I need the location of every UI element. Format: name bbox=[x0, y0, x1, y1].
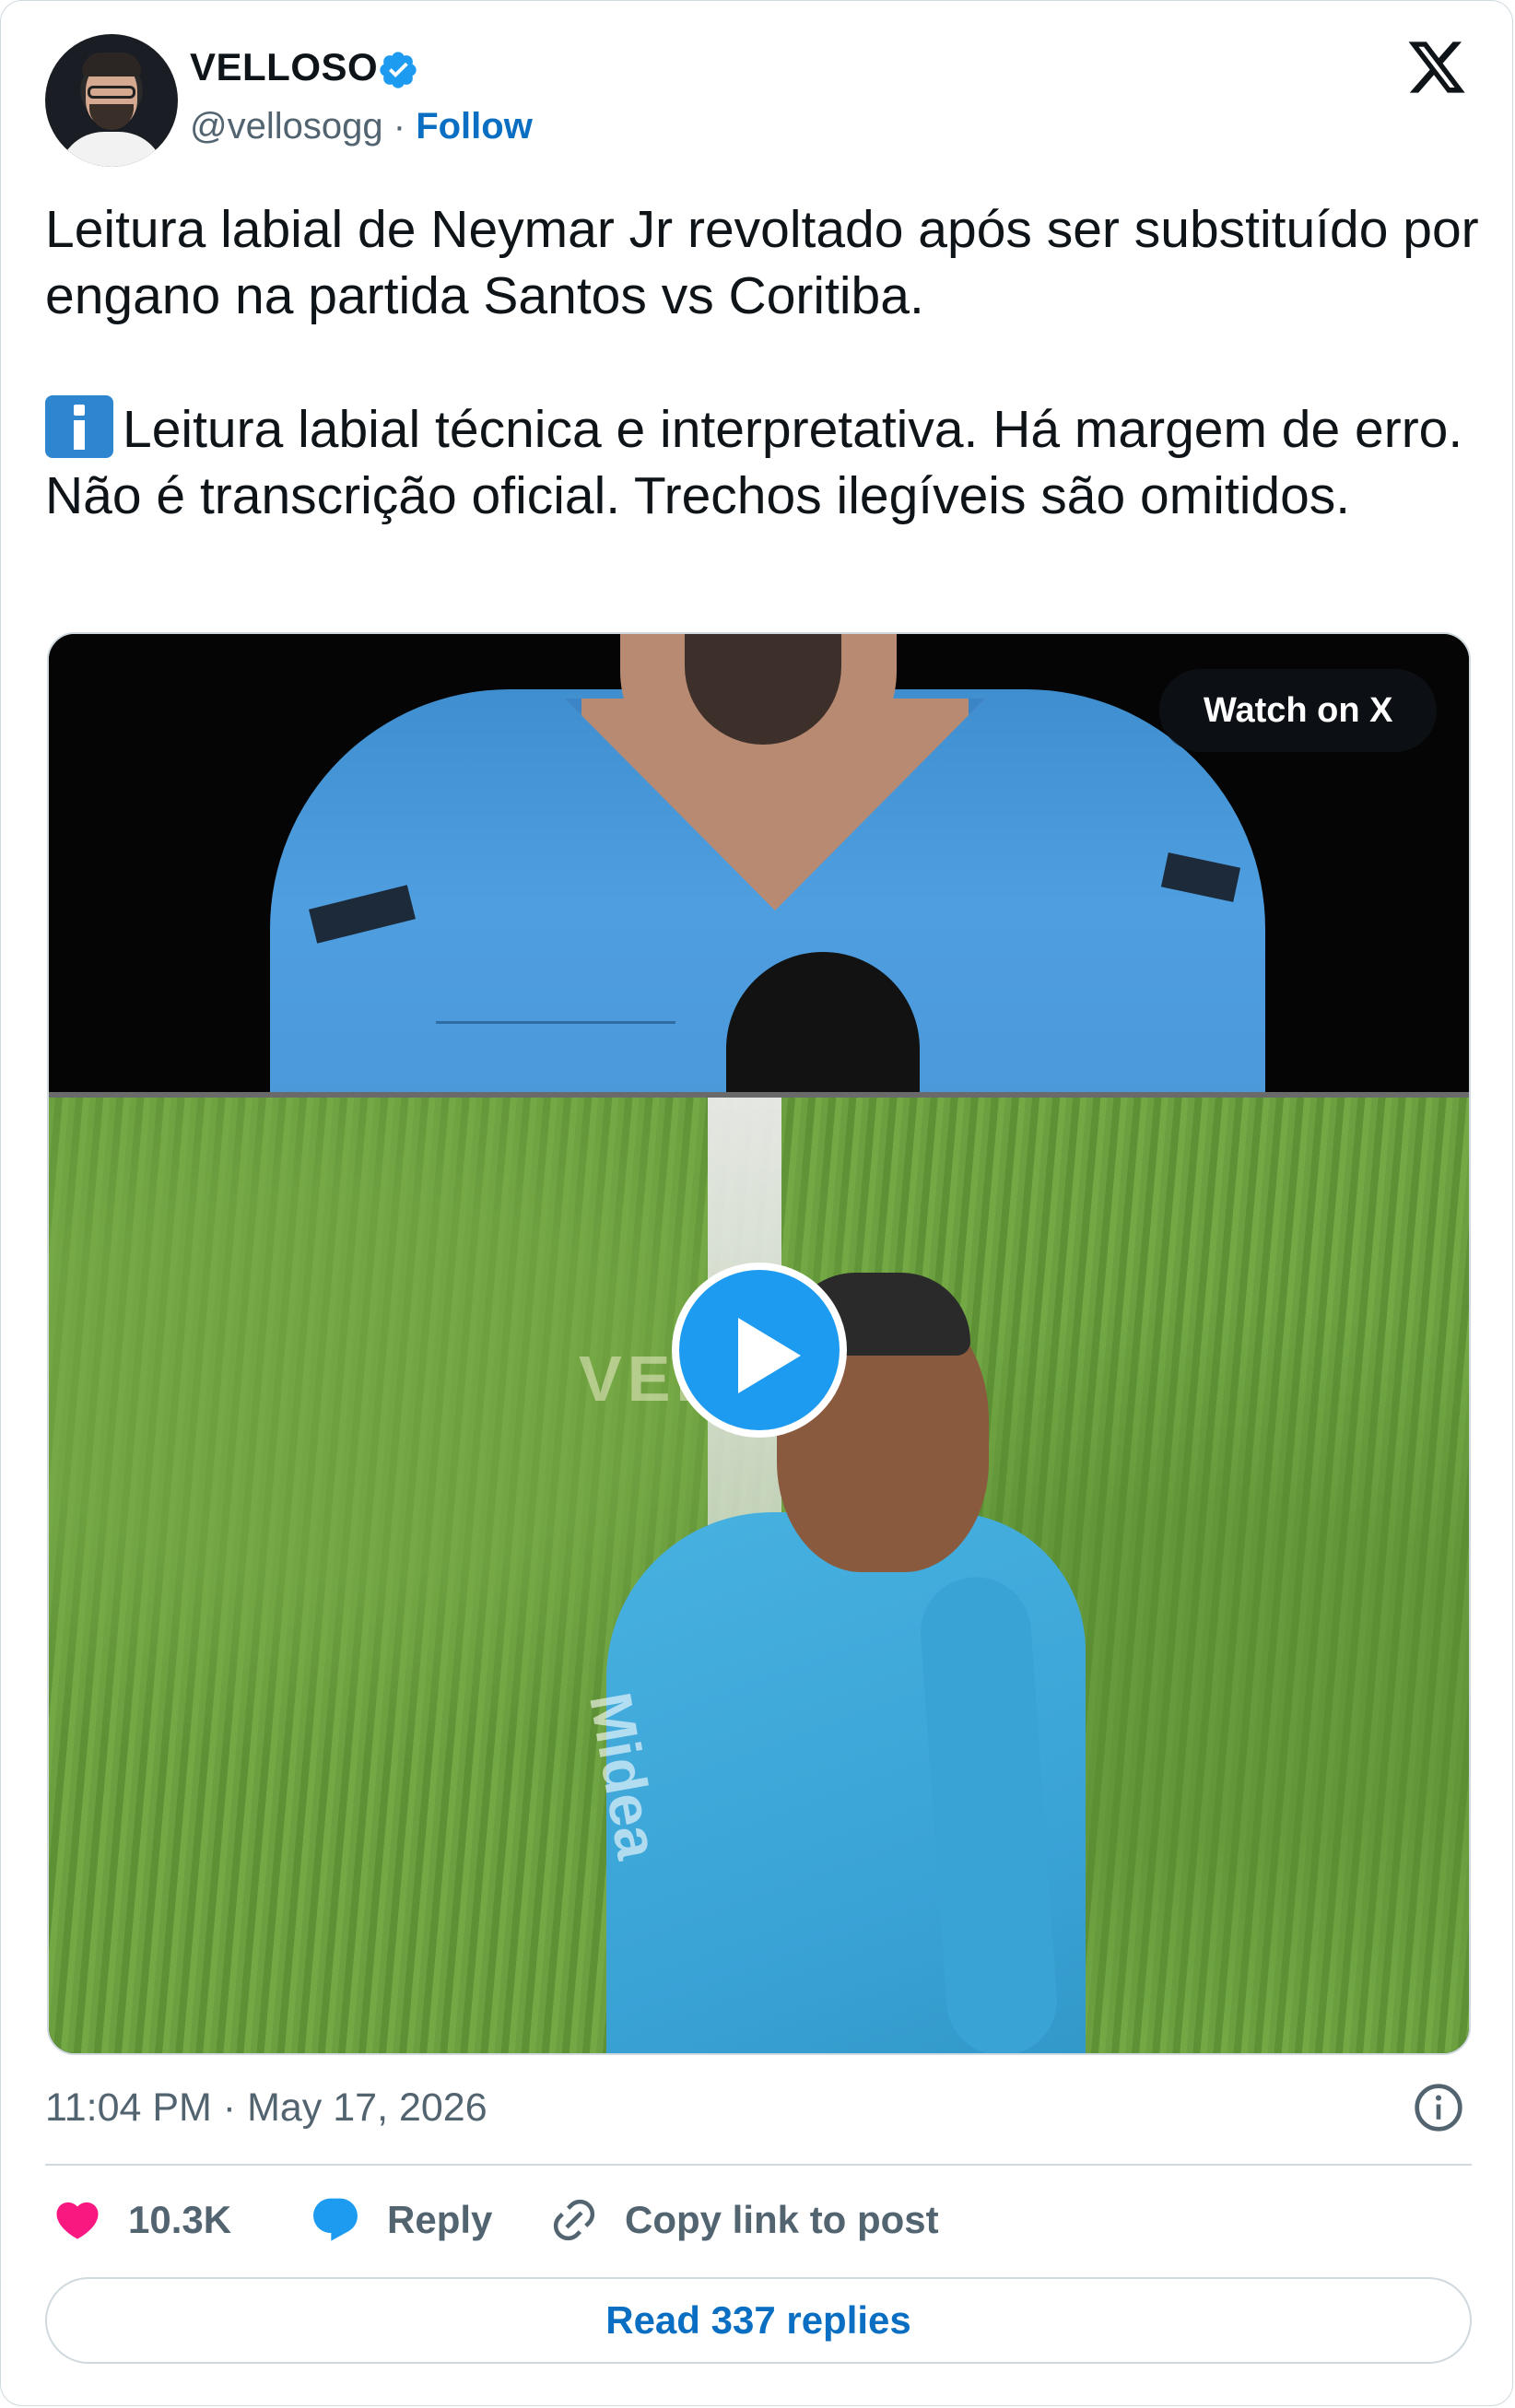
video-player[interactable]: VELLOSO Midea Watch on X bbox=[47, 632, 1471, 2055]
reply-button[interactable]: Reply bbox=[310, 2192, 492, 2248]
verified-badge-icon bbox=[380, 52, 417, 88]
reply-label: Reply bbox=[387, 2198, 493, 2241]
play-icon bbox=[738, 1318, 801, 1393]
copy-link-label: Copy link to post bbox=[625, 2198, 939, 2241]
actions-separator bbox=[45, 2164, 1472, 2166]
post-text-disclaimer: Leitura labial técnica e interpretativa.… bbox=[45, 400, 1463, 525]
video-frame-bottom: VELLOSO Midea bbox=[49, 1098, 1469, 2053]
author-handle[interactable]: @vellosogg bbox=[190, 106, 383, 147]
like-count: 10.3K bbox=[128, 2198, 232, 2241]
info-icon[interactable] bbox=[1413, 2082, 1464, 2133]
tweet-card: VELLOSO @vellosogg · Follow Leitura labi… bbox=[0, 0, 1513, 2406]
author-handle-line: @vellosogg · Follow bbox=[190, 106, 533, 147]
play-button[interactable] bbox=[672, 1263, 847, 1438]
follow-button[interactable]: Follow bbox=[416, 106, 533, 147]
heart-icon bbox=[56, 2202, 99, 2239]
x-logo-icon[interactable] bbox=[1405, 36, 1468, 99]
post-timestamp[interactable]: 11:04 PM · May 17, 2026 bbox=[45, 2085, 487, 2131]
watch-on-x-button[interactable]: Watch on X bbox=[1159, 669, 1438, 752]
post-text-paragraph-2: Leitura labial técnica e interpretativa.… bbox=[45, 395, 1483, 529]
handle-separator: · bbox=[393, 106, 406, 147]
copy-link-button[interactable]: Copy link to post bbox=[549, 2192, 939, 2248]
information-emoji-icon bbox=[45, 395, 113, 458]
post-text: Leitura labial de Neymar Jr revoltado ap… bbox=[45, 196, 1483, 529]
speech-bubble-icon bbox=[313, 2198, 358, 2241]
read-replies-button[interactable]: Read 337 replies bbox=[45, 2277, 1472, 2364]
like-button[interactable]: 10.3K bbox=[53, 2192, 231, 2248]
author-avatar[interactable] bbox=[45, 34, 178, 167]
author-name[interactable]: VELLOSO bbox=[190, 45, 378, 89]
post-text-paragraph-1: Leitura labial de Neymar Jr revoltado ap… bbox=[45, 200, 1479, 325]
link-icon bbox=[553, 2199, 595, 2241]
